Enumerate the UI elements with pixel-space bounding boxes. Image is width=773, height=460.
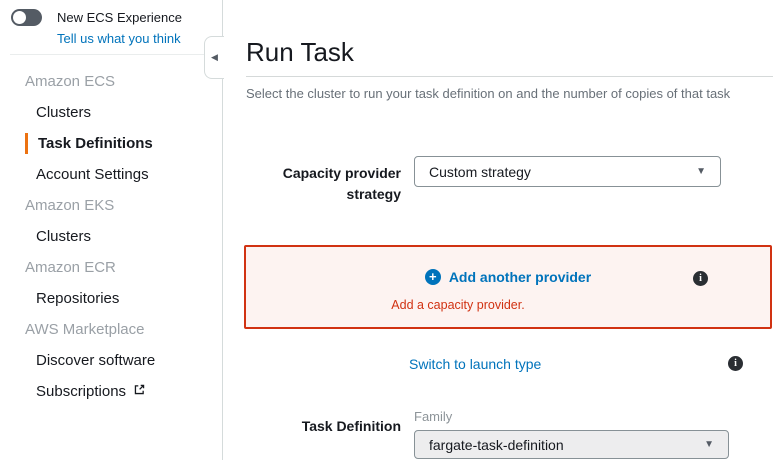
- sidebar-item-repositories[interactable]: Repositories: [0, 283, 222, 314]
- sidebar-collapse-button[interactable]: ◀: [204, 36, 224, 79]
- capacity-provider-strategy-value: Custom strategy: [429, 164, 696, 180]
- title-divider: [246, 76, 773, 77]
- capacity-provider-error-box: + Add another provider i Add a capacity …: [244, 245, 772, 329]
- caret-down-icon: ▼: [704, 439, 714, 450]
- active-indicator-bar: [25, 133, 28, 154]
- switch-to-launch-type-link[interactable]: Switch to launch type: [409, 356, 541, 372]
- sidebar-item-discover-software[interactable]: Discover software: [0, 345, 222, 376]
- sidebar-item-account-settings[interactable]: Account Settings: [0, 159, 222, 190]
- family-value: fargate-task-definition: [429, 437, 704, 453]
- task-definition-row: Task Definition Family fargate-task-defi…: [246, 409, 773, 460]
- page-subtitle: Select the cluster to run your task defi…: [246, 86, 773, 101]
- capacity-provider-row: Capacity provider strategy Custom strate…: [246, 156, 773, 205]
- caret-down-icon: ▼: [696, 166, 706, 177]
- sidebar-item-task-definitions[interactable]: Task Definitions: [0, 128, 222, 159]
- capacity-provider-strategy-label: Capacity provider strategy: [246, 156, 401, 205]
- info-icon[interactable]: i: [728, 356, 743, 371]
- external-link-icon: [133, 383, 146, 400]
- feedback-link[interactable]: Tell us what you think: [57, 31, 181, 46]
- main-content: Run Task Select the cluster to run your …: [223, 0, 773, 460]
- sidebar-section-aws-marketplace: AWS Marketplace: [0, 314, 222, 345]
- switch-launch-type-row: Switch to launch type i: [246, 356, 773, 373]
- ecs-console-page: New ECS Experience Tell us what you thin…: [0, 0, 773, 460]
- toggle-knob: [13, 11, 26, 24]
- error-message: Add a capacity provider.: [223, 298, 720, 312]
- sidebar-section-amazon-ecs: Amazon ECS: [0, 66, 222, 97]
- sidebar-item-subscriptions[interactable]: Subscriptions: [0, 376, 222, 407]
- sidebar-item-clusters[interactable]: Clusters: [0, 97, 222, 128]
- capacity-provider-strategy-dropdown[interactable]: Custom strategy ▼: [414, 156, 721, 187]
- sidebar-section-amazon-ecr: Amazon ECR: [0, 252, 222, 283]
- plus-circle-icon: +: [425, 269, 441, 285]
- info-icon[interactable]: i: [693, 271, 708, 286]
- page-title: Run Task: [246, 36, 773, 68]
- family-dropdown[interactable]: fargate-task-definition ▼: [414, 430, 729, 459]
- sidebar-section-amazon-eks: Amazon EKS: [0, 190, 222, 221]
- add-another-provider-button[interactable]: Add another provider: [449, 269, 591, 285]
- sidebar-nav: Amazon ECS Clusters Task Definitions Acc…: [0, 55, 222, 407]
- new-ecs-experience-label: New ECS Experience: [57, 10, 182, 25]
- task-definition-label: Task Definition: [246, 409, 401, 460]
- chevron-left-icon: ◀: [211, 52, 218, 63]
- family-label: Family: [414, 409, 729, 424]
- sidebar: New ECS Experience Tell us what you thin…: [0, 0, 223, 460]
- new-ecs-experience-row: New ECS Experience: [0, 0, 222, 27]
- new-ecs-experience-toggle[interactable]: [11, 9, 42, 26]
- sidebar-item-eks-clusters[interactable]: Clusters: [0, 221, 222, 252]
